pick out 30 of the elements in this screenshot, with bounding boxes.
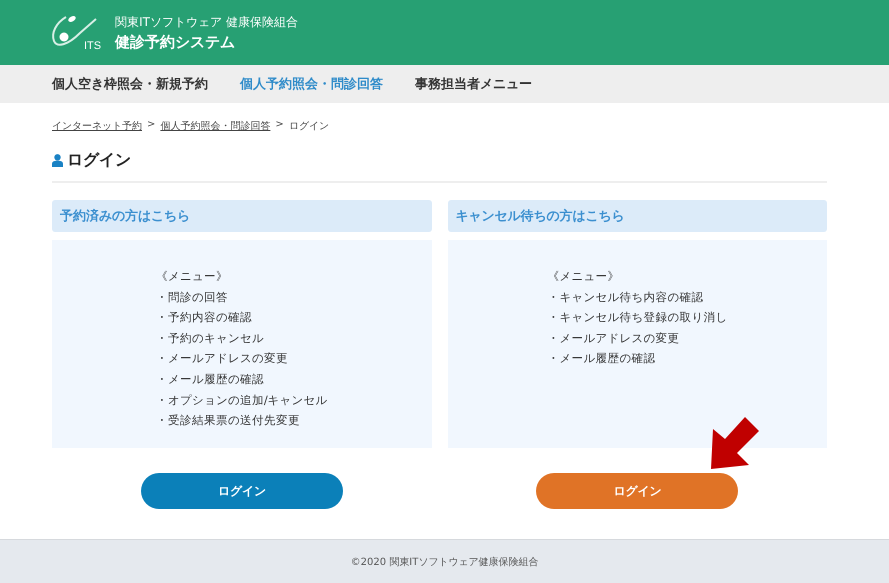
copyright-text: ©2020 関東ITソフトウェア健康保険組合	[350, 556, 538, 568]
nav-link[interactable]: 個人空き枠照会・新規予約	[52, 75, 208, 93]
panel-header: 予約済みの方はこちら	[52, 200, 432, 232]
nav-link[interactable]: 事務担当者メニュー	[415, 75, 532, 93]
login-button[interactable]: ログイン	[140, 473, 343, 509]
system-title: 健診予約システム	[115, 32, 236, 52]
panel-header: キャンセル待ちの方はこちら	[448, 200, 827, 232]
logo-text: ITS	[84, 40, 102, 52]
organization-name: 関東ITソフトウェア 健康保険組合	[115, 14, 298, 30]
user-icon	[52, 154, 63, 167]
menu-item-text: ・メールアドレスの変更	[156, 350, 289, 368]
menu-item-text: ・メール履歴の確認	[156, 370, 265, 388]
menu-item-text: ・メール履歴の確認	[547, 350, 656, 368]
arrow-icon	[709, 417, 759, 469]
menu-item-text: ・受診結果票の送付先変更	[156, 412, 301, 430]
breadcrumb-text: >	[147, 119, 156, 132]
menu-item-text: ・問診の回答	[156, 288, 229, 306]
breadcrumb-link[interactable]: インターネット予約	[52, 119, 142, 133]
menu-item-text: ・キャンセル待ち登録の取り消し	[547, 309, 728, 326]
menu-item-text: ・オプションの追加/キャンセル	[156, 392, 328, 409]
menu-heading: 《メニュー》	[156, 268, 229, 285]
menu-item-text: ・メールアドレスの変更	[547, 330, 680, 347]
breadcrumb-text: >	[275, 119, 284, 132]
page-title: ログイン	[67, 150, 131, 171]
menu-item-text: ・キャンセル待ち内容の確認	[547, 288, 704, 306]
menu-heading: 《メニュー》	[547, 268, 620, 285]
breadcrumb-text: ログイン	[288, 120, 329, 133]
menu-item-text: ・予約のキャンセル	[156, 330, 265, 347]
menu-item-text: ・予約内容の確認	[156, 309, 253, 326]
breadcrumb-link[interactable]: 個人予約照会・問診回答	[160, 119, 270, 133]
